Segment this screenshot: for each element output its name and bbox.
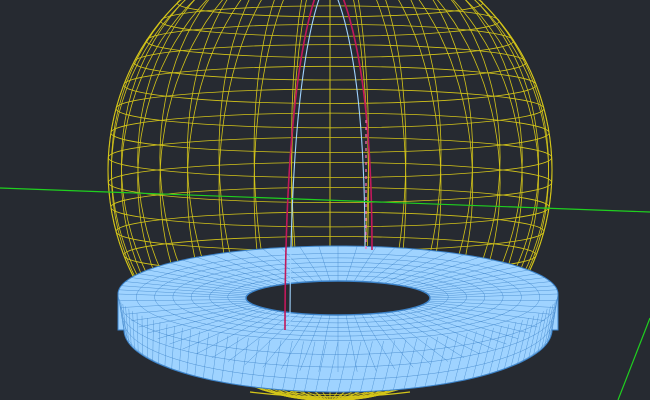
wireframe-scene[interactable] [0, 0, 650, 400]
torus-hole [245, 280, 431, 316]
y-axis-line [617, 317, 650, 400]
x-axis-line [0, 187, 650, 213]
model-viewport[interactable] [0, 0, 650, 400]
torus-mesh[interactable] [117, 245, 559, 398]
